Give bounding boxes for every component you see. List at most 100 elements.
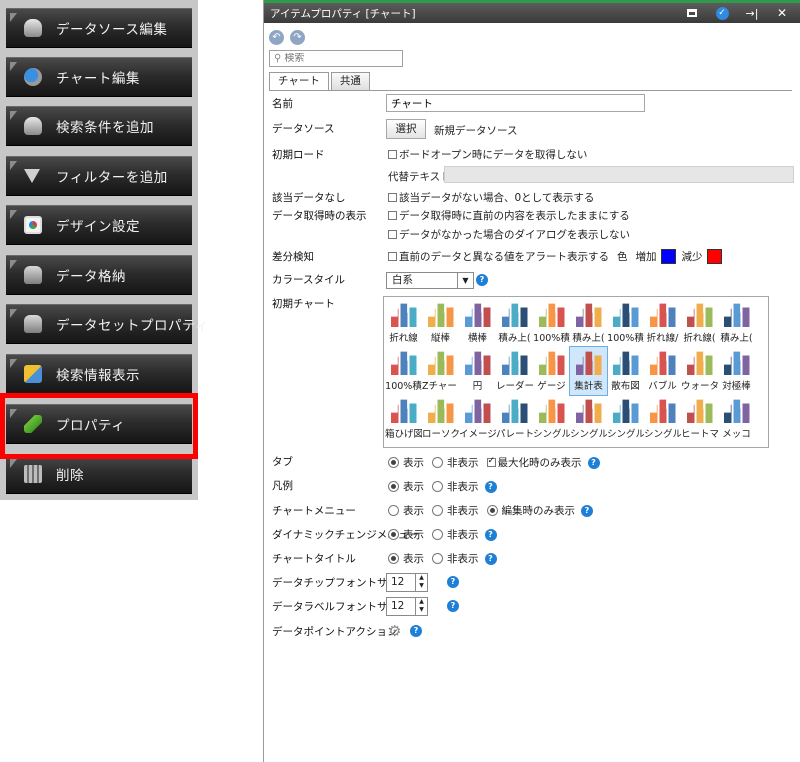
menu-item-chart-edit[interactable]: チャート編集 [6,57,192,97]
initial-load-checkbox[interactable] [388,150,397,159]
chart-type-option[interactable]: ローソク [422,395,459,443]
dynamic-menu-hide-radio[interactable] [432,529,443,540]
tab-help-icon[interactable]: ? [587,456,600,469]
chip-font-stepper[interactable]: 12 ▲ ▼ [386,573,428,592]
color-style-select[interactable]: 白系 ▼ [386,272,474,289]
menu-item-add-filter[interactable]: フィルターを追加 [6,156,192,196]
chart-type-option[interactable]: 積み上( [570,299,607,347]
tab-chart[interactable]: チャート [269,72,329,91]
chart-menu-edit-radio[interactable] [486,505,498,516]
chart-title-help-icon[interactable]: ? [484,552,497,565]
chart-type-option[interactable]: 対極棒 [718,347,755,395]
chart-type-option[interactable]: パレート [496,395,533,443]
chart-type-icon [538,303,565,327]
dynamic-menu-help-icon[interactable]: ? [484,528,497,541]
label-font-help-icon[interactable]: ? [447,600,459,612]
chart-type-option[interactable]: 100%積 [533,299,570,347]
legend-hide-radio[interactable] [432,481,443,492]
chart-type-option[interactable]: Zチャート [422,347,459,395]
tab-show-radio[interactable] [388,457,399,468]
name-input[interactable] [386,94,645,112]
chart-menu-show-text: 表示 [403,505,424,517]
fetch-option-1-checkbox[interactable] [388,211,397,220]
fetch-option-2[interactable]: データがなかった場合のダイアログを表示しない [388,227,630,242]
no-data-option[interactable]: 該当データがない場合、0として表示する [388,190,594,205]
chart-title-hide-radio[interactable] [432,553,443,564]
chart-menu-show-radio[interactable] [388,505,399,516]
gear-icon[interactable]: ⚙ [388,622,401,640]
chart-type-option[interactable]: ウォータ [681,347,718,395]
menu-item-design-settings[interactable]: デザイン設定 [6,205,192,245]
menu-item-add-search-condition[interactable]: 検索条件を追加 [6,106,192,146]
chart-type-label: 積み上( [498,333,531,344]
fetch-option-2-checkbox[interactable] [388,230,397,239]
spin-arrows-icon[interactable]: ▲ ▼ [415,574,427,591]
chart-type-option[interactable]: シングル [533,395,570,443]
menu-item-delete[interactable]: 削除 [6,454,192,494]
menu-item-search-info[interactable]: 検索情報表示 [6,354,192,394]
help-icon[interactable]: ✓ [714,5,730,21]
legend-help-icon[interactable]: ? [484,480,497,493]
search-box[interactable]: ⚲ [269,50,403,67]
chart-type-option[interactable]: シングル [570,395,607,443]
chart-type-option[interactable]: 円 [459,347,496,395]
no-data-checkbox[interactable] [388,193,397,202]
menu-item-datasource-edit[interactable]: データソース編集 [6,8,192,48]
tab-max-checkbox[interactable] [486,456,496,467]
diff-checkbox[interactable] [388,252,397,261]
chart-type-option[interactable]: 積み上( [496,299,533,347]
maximize-icon[interactable] [684,5,700,21]
tab-hide-radio[interactable] [432,457,443,468]
chart-type-option[interactable]: 100%積 [607,299,644,347]
tab-common[interactable]: 共通 [330,72,370,90]
chart-type-label: 縦棒 [430,333,450,344]
chart-menu-hide-radio[interactable] [432,505,443,516]
chart-type-option[interactable]: 箱ひげ図 [385,395,422,443]
chart-type-icon [649,399,676,423]
legend-show-radio[interactable] [388,481,399,492]
chevron-down-icon[interactable]: ▼ [457,273,473,288]
dynamic-menu-options: 表示 非表示 ? [388,527,497,542]
chart-type-option[interactable]: シングル [644,395,681,443]
close-icon[interactable]: ✕ [774,5,790,21]
pin-icon[interactable]: →| [744,5,760,21]
color-style-help-icon[interactable]: ? [476,274,488,286]
search-input[interactable] [281,53,382,64]
redo-icon[interactable]: ↷ [290,30,305,45]
chart-type-option[interactable]: 積み上( [718,299,755,347]
chart-type-option[interactable]: ヒートマ [681,395,718,443]
chart-type-option[interactable]: バブル [644,347,681,395]
point-action-help-icon[interactable]: ? [410,625,422,637]
chart-type-option[interactable]: ゲージ [533,347,570,395]
select-datasource-button[interactable]: 選択 [386,119,426,139]
diff-option[interactable]: 直前のデータと異なる値をアラート表示する 色 増加 減少 [388,249,722,264]
chart-type-option[interactable]: 散布図 [607,347,644,395]
increase-color-swatch[interactable] [660,249,676,264]
dynamic-menu-show-radio[interactable] [388,529,399,540]
chart-type-option[interactable]: レーダー [496,347,533,395]
alt-text-input[interactable] [444,166,794,183]
fetch-option-1[interactable]: データ取得時に直前の内容を表示したままにする [388,208,630,223]
chart-menu-help-icon[interactable]: ? [581,504,593,517]
chart-type-option[interactable]: メッコ [718,395,755,443]
chart-type-option[interactable]: 折れ線( [681,299,718,347]
chip-font-help-icon[interactable]: ? [447,576,459,588]
undo-icon[interactable]: ↶ [269,30,284,45]
chart-type-option[interactable]: 縦棒 [422,299,459,347]
chart-type-option[interactable]: 集計表 [569,346,608,396]
chart-type-option[interactable]: シングル [607,395,644,443]
chart-type-option[interactable]: 折れ線/ [644,299,681,347]
spin-arrows-icon[interactable]: ▲ ▼ [415,598,427,615]
menu-item-data-store[interactable]: データ格納 [6,255,192,295]
menu-item-dataset-property[interactable]: データセットプロパティ [6,304,209,344]
chart-type-option[interactable]: イメージ [459,395,496,443]
decrease-color-swatch[interactable] [706,249,722,264]
initial-load-option[interactable]: ボードオープン時にデータを取得しない [388,147,587,162]
chart-type-option[interactable]: 折れ線 [385,299,422,347]
dialog-titlebar: アイテムプロパティ [チャート] ✓ →| ✕ [264,3,800,23]
label-font-stepper[interactable]: 12 ▲ ▼ [386,597,428,616]
chart-type-option[interactable]: 横棒 [459,299,496,347]
chart-title-options: 表示 非表示 ? [388,551,497,566]
chart-type-option[interactable]: 100%積 [385,347,422,395]
chart-title-show-radio[interactable] [388,553,399,564]
